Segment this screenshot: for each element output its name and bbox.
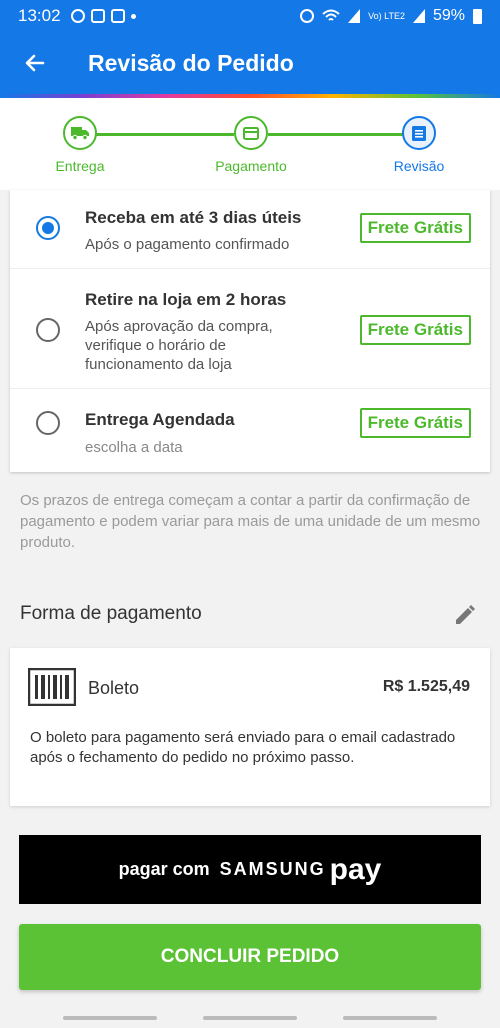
wifi-icon bbox=[322, 9, 340, 21]
option-subtitle: Após aprovação da compra, verifique o ho… bbox=[85, 318, 273, 373]
samsung-pay-button[interactable]: pagar com SAMSUNG pay bbox=[19, 835, 481, 904]
samsung-pay-prefix: pagar com bbox=[118, 859, 210, 879]
delivery-option-retire-loja[interactable]: Retire na loja em 2 horas Após aprovação… bbox=[10, 268, 490, 388]
payment-section-title: Forma de pagamento bbox=[20, 603, 202, 624]
step-label: Entrega bbox=[55, 158, 105, 174]
step-label: Pagamento bbox=[215, 158, 287, 174]
delivery-options-card: Receba em até 3 dias úteis Após o pagame… bbox=[10, 190, 490, 472]
payment-description: O boleto para pagamento será enviado par… bbox=[30, 729, 456, 766]
nav-recents-hint[interactable] bbox=[63, 1016, 157, 1020]
pay-logo-text: pay bbox=[329, 852, 382, 886]
network-type: Vo) LTE2 bbox=[368, 10, 405, 21]
frete-gratis-badge: Frete Grátis bbox=[359, 408, 471, 438]
radio-button-selected[interactable] bbox=[36, 216, 60, 240]
status-bar: 13:02 Vo) LTE2 59% bbox=[0, 0, 500, 32]
status-time: 13:02 bbox=[18, 6, 61, 25]
step-label: Revisão bbox=[393, 158, 445, 174]
radio-button[interactable] bbox=[36, 411, 60, 435]
signal-icon bbox=[348, 9, 361, 23]
delivery-option-agendada[interactable]: Entrega Agendada escolha a data Frete Gr… bbox=[10, 388, 490, 472]
nav-home-hint[interactable] bbox=[203, 1016, 297, 1020]
step-circle bbox=[234, 116, 268, 150]
payment-amount: R$ 1.525,49 bbox=[382, 678, 470, 695]
notification-icons bbox=[70, 9, 136, 23]
payment-card: Boleto R$ 1.525,49 O boleto para pagamen… bbox=[10, 648, 490, 806]
radio-button[interactable] bbox=[36, 318, 60, 342]
edit-payment-button[interactable] bbox=[453, 603, 479, 629]
app-notification-icon bbox=[110, 9, 125, 23]
delivery-note: Os prazos de entrega começam a contar a … bbox=[20, 492, 481, 551]
option-title: Entrega Agendada bbox=[85, 410, 235, 429]
nav-back-hint[interactable] bbox=[343, 1016, 437, 1020]
step-pagamento[interactable]: Pagamento bbox=[191, 116, 311, 174]
back-button[interactable] bbox=[0, 32, 70, 94]
document-icon bbox=[412, 125, 426, 141]
signal-2-icon bbox=[412, 9, 425, 23]
step-revisao[interactable]: Revisão bbox=[359, 116, 479, 174]
samsung-brand-logo: SAMSUNG bbox=[219, 859, 326, 879]
battery-percent: 59% bbox=[432, 7, 465, 24]
concluir-pedido-button[interactable]: CONCLUIR PEDIDO bbox=[19, 924, 481, 990]
arrow-left-icon bbox=[25, 54, 45, 72]
more-notifications-icon bbox=[130, 13, 136, 19]
frete-gratis-badge: Frete Grátis bbox=[359, 315, 471, 345]
checkout-stepper: Entrega Pagamento Revisão bbox=[0, 98, 500, 190]
barcode-icon bbox=[28, 668, 76, 706]
option-subtitle: Após o pagamento confirmado bbox=[85, 236, 290, 253]
battery-icon bbox=[473, 8, 482, 24]
page-title: Revisão do Pedido bbox=[88, 49, 294, 76]
frete-gratis-badge: Frete Grátis bbox=[359, 213, 471, 243]
pencil-icon bbox=[456, 605, 475, 624]
payment-method: Boleto bbox=[88, 678, 140, 698]
option-title: Retire na loja em 2 horas bbox=[85, 290, 287, 309]
option-subtitle: escolha a data bbox=[85, 439, 183, 456]
card-icon bbox=[243, 126, 259, 140]
b-notification-icon bbox=[70, 9, 85, 23]
alarm-icon bbox=[300, 9, 315, 23]
step-circle bbox=[402, 116, 436, 150]
step-circle bbox=[63, 116, 97, 150]
step-entrega[interactable]: Entrega bbox=[20, 116, 140, 174]
truck-icon bbox=[71, 127, 89, 140]
app-bar: Revisão do Pedido bbox=[0, 32, 500, 94]
mail-icon bbox=[90, 9, 105, 23]
option-title: Receba em até 3 dias úteis bbox=[85, 208, 302, 227]
delivery-option-3-dias[interactable]: Receba em até 3 dias úteis Após o pagame… bbox=[10, 190, 490, 268]
